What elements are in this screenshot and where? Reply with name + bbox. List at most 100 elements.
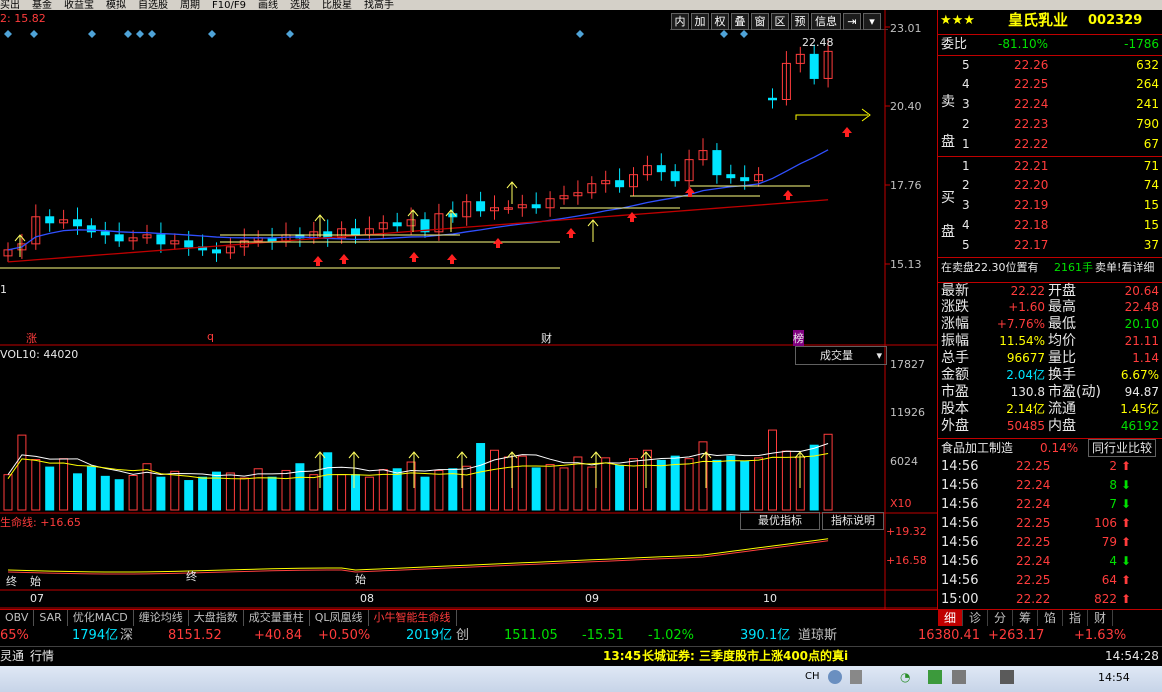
tick-row: 14:56 22.25 64 ⬆ [941, 573, 1131, 588]
status-link[interactable]: 行情 [30, 647, 54, 665]
candle [656, 165, 666, 173]
quote-panel: ★★★ 皇氏乳业 002329 委比 -81.10% -1786 在卖盘22.3… [937, 10, 1162, 626]
ask-row[interactable]: 4 22.25 264 [938, 75, 1162, 94]
best-indicator-button[interactable]: 最优指标 [740, 512, 820, 530]
candle [392, 222, 402, 227]
volume-bar [559, 467, 569, 511]
candle [726, 174, 736, 179]
target-line [795, 114, 868, 120]
event-marker[interactable]: 榜 [793, 330, 804, 346]
indicator-tab[interactable]: 缠论均线 [134, 610, 189, 626]
bid-row[interactable]: 2 22.20 74 [938, 176, 1162, 195]
indicator-tab[interactable]: QL凤凰线 [310, 610, 369, 626]
signal-diamond [286, 30, 294, 38]
volume-signal-arrow-icon [700, 451, 712, 488]
industry-compare-button[interactable]: 同行业比较 [1088, 439, 1157, 457]
bid-row[interactable]: 3 22.19 15 [938, 196, 1162, 215]
candle [615, 180, 625, 188]
menu-item[interactable]: 选股 [290, 1, 310, 11]
status-clock: 14:54:28 [1105, 649, 1159, 663]
big-order-alert[interactable]: 在卖盘22.30位置有 2161手 卖单!看详细 [938, 257, 1162, 277]
industry-row[interactable]: 食品加工制造 0.14% 同行业比较 [938, 438, 1162, 458]
index-value: +40.84 [254, 628, 303, 643]
event-marker[interactable]: q [207, 330, 214, 343]
signal-diamond [30, 30, 38, 38]
bid-row[interactable]: 5 22.17 37 [938, 236, 1162, 255]
volume-bar [3, 474, 13, 511]
keyboard-icon[interactable] [828, 670, 842, 684]
menu-item[interactable]: 模拟 [106, 1, 126, 11]
menu-item[interactable]: 比股星 [322, 1, 352, 11]
volume-icon[interactable] [952, 670, 966, 684]
tray-icon[interactable] [850, 670, 862, 684]
volume-bar [295, 463, 305, 511]
panel-tab[interactable]: 指 [1063, 610, 1088, 626]
indicator-dropdown[interactable]: 成交量 ▾ [795, 346, 887, 365]
panel-tab[interactable]: 财 [1088, 610, 1113, 626]
volume-bar [573, 456, 583, 511]
language-indicator[interactable]: CH [805, 671, 820, 682]
menu-item[interactable]: 画线 [258, 1, 278, 11]
panel-tabs: 细诊分筹馅指财 [938, 609, 1162, 626]
indicator-tab[interactable]: 大盘指数 [189, 610, 244, 626]
volume-bar [59, 458, 69, 511]
ask-row[interactable]: 5 22.26 632 [938, 55, 1162, 75]
volume-bar [86, 465, 96, 511]
panel-tab[interactable]: 细 [938, 610, 963, 626]
menu-item[interactable]: 买出 [0, 1, 20, 11]
ask-row[interactable]: 1 22.22 67 [938, 135, 1162, 154]
indicator-tab[interactable]: SAR [34, 610, 68, 626]
candle [100, 231, 110, 236]
candle [670, 171, 680, 182]
volume-bar [601, 457, 611, 511]
indicator-help-button[interactable]: 指标说明 [822, 512, 884, 530]
news-ticker[interactable]: 长城证券: 三季度股市上涨400点的真i [642, 647, 848, 665]
menu-item[interactable]: 基金 [32, 1, 52, 11]
network-icon[interactable] [1000, 670, 1014, 684]
status-link[interactable]: 灵通 [0, 647, 24, 665]
menu-item[interactable]: 找高手 [364, 1, 394, 11]
volume-bar [656, 459, 666, 511]
menu-item[interactable]: 周期 [180, 1, 200, 11]
volume-bar [323, 452, 333, 511]
arrow-up-icon: ⬆ [1120, 573, 1131, 587]
signal-arrow-icon [587, 219, 599, 242]
candle [212, 249, 221, 254]
arrow-up-icon: ⬆ [1120, 535, 1131, 549]
shield-icon[interactable] [928, 670, 942, 684]
month-label: 07 [30, 592, 44, 605]
volume-bar [503, 456, 513, 511]
event-marker[interactable]: 涨 [26, 330, 37, 346]
candle [73, 219, 82, 227]
menu-item[interactable]: 自选股 [138, 1, 168, 11]
lifeline-line [7, 538, 829, 573]
indicator-tab[interactable]: 小牛智能生命线 [369, 610, 457, 626]
panel-tab[interactable]: 诊 [963, 610, 988, 626]
price-label: 1 [0, 283, 7, 296]
volume-bar [781, 450, 791, 511]
volume-bar [100, 475, 110, 511]
volume-bar [253, 468, 263, 511]
bid-row[interactable]: 4 22.18 15 [938, 216, 1162, 235]
menu-item[interactable]: F10/F9 [212, 1, 246, 11]
signal-diamond [124, 30, 132, 38]
ask-row[interactable]: 3 22.24 241 [938, 95, 1162, 114]
ask-row[interactable]: 2 22.23 790 [938, 115, 1162, 134]
weibi-row: 委比 -81.10% -1786 [938, 34, 1162, 54]
star-rating-icon: ★★★ [940, 13, 975, 28]
panel-tab[interactable]: 筹 [1013, 610, 1038, 626]
indicator-tab[interactable]: 成交量重柱 [244, 610, 310, 626]
volume-bar [823, 433, 833, 511]
event-marker[interactable]: 财 [541, 330, 552, 346]
wifi-icon[interactable]: ◔ [900, 670, 916, 684]
buy-arrow-icon [842, 127, 852, 137]
indicator-tab[interactable]: 优化MACD [68, 610, 134, 626]
bid-row[interactable]: 1 22.21 71 [938, 156, 1162, 176]
indicator-tab[interactable]: OBV [0, 610, 35, 626]
volume-bar [476, 443, 486, 511]
menu-item[interactable]: 收益宝 [64, 1, 94, 11]
panel-tab[interactable]: 馅 [1038, 610, 1063, 626]
quote-stat-row: 金额 2.04亿 换手 6.67% [941, 367, 1159, 383]
quote-stat-row: 最新 22.22 开盘 20.64 [938, 282, 1162, 300]
panel-tab[interactable]: 分 [988, 610, 1013, 626]
